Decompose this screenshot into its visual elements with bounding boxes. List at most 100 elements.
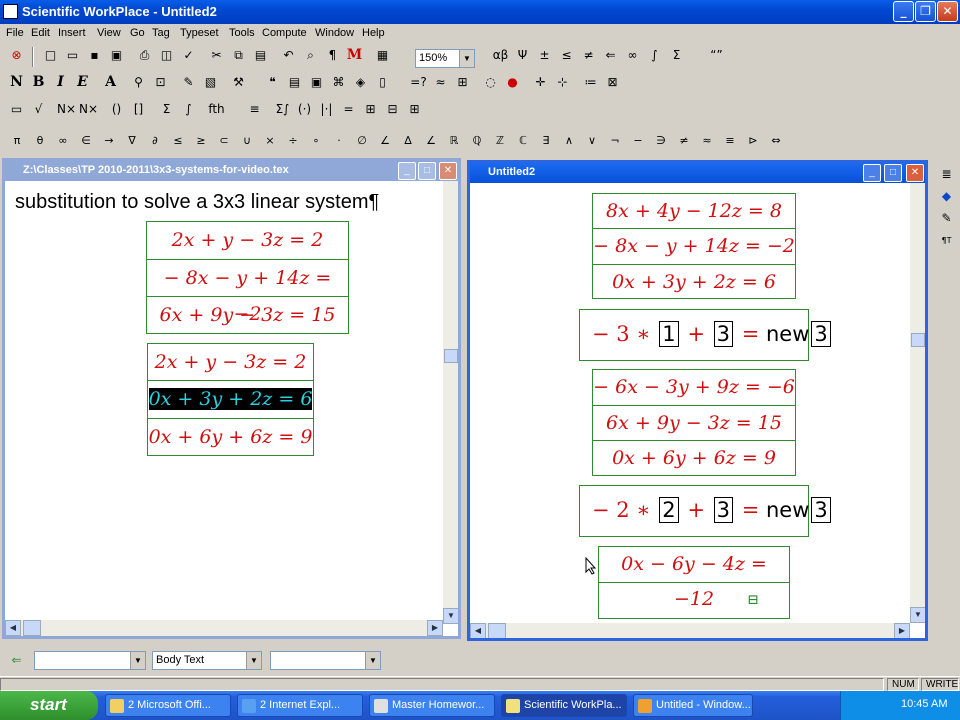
save-as-icon[interactable]: ▣ <box>106 45 127 66</box>
symbol-button[interactable]: ∞ <box>52 130 74 151</box>
symbol-button[interactable]: → <box>98 130 120 151</box>
scroll-down-icon[interactable]: ▼ <box>443 608 458 624</box>
row-operation-box[interactable]: − 2 ∗ 2 + 3 = new 3 <box>579 485 831 537</box>
equation-row[interactable]: 6x + 9y − 3z = 15 <box>147 297 348 334</box>
evaluate-numeric-icon[interactable]: ≈ <box>430 72 451 93</box>
copy-icon[interactable]: ⧉ <box>228 45 249 66</box>
scroll-thumb[interactable] <box>911 333 925 347</box>
tools-icon[interactable]: ⚒ <box>228 72 249 93</box>
delimiters-icon[interactable]: ∫ <box>644 45 665 66</box>
symbol-button[interactable]: ÷ <box>282 130 304 151</box>
symbol-button[interactable]: ∨ <box>581 130 603 151</box>
paint-icon[interactable]: ◆ <box>936 186 957 207</box>
taskbar-item-untitled[interactable]: Untitled - Window... <box>633 694 753 717</box>
citation-icon[interactable]: ◈ <box>350 72 371 93</box>
plot2d-icon[interactable]: ◌ <box>480 72 501 93</box>
symbol-button[interactable]: ⊂ <box>213 130 235 151</box>
symbol-button[interactable]: − <box>627 130 649 151</box>
symbol-button[interactable]: ≤ <box>167 130 189 151</box>
symbol-button[interactable]: ∪ <box>236 130 258 151</box>
quotes-icon[interactable]: “” <box>706 45 727 66</box>
spell-check-icon[interactable]: ✓ <box>178 45 199 66</box>
operators-icon[interactable]: Σ∫ <box>272 99 293 120</box>
open-file-icon[interactable]: ▭ <box>62 45 83 66</box>
taskbar-item-swp[interactable]: Scientific WorkPla... <box>501 694 627 717</box>
scroll-left-icon[interactable]: ◀ <box>5 620 21 636</box>
cut-icon[interactable]: ✂ <box>206 45 227 66</box>
greek-upper-icon[interactable]: Ψ <box>512 45 533 66</box>
scroll-down-icon[interactable]: ▼ <box>910 607 925 623</box>
symbol-button[interactable]: ∃ <box>535 130 557 151</box>
minimize-button[interactable]: _ <box>893 1 914 22</box>
symbol-button[interactable]: ⊳ <box>742 130 764 151</box>
symbol-button[interactable]: ≠ <box>673 130 695 151</box>
math-table[interactable]: 0x − 6y − 4z = −12 ⊟ <box>598 546 790 619</box>
row-operation-box[interactable]: − 3 ∗ 1 + 3 = new 3 <box>579 309 831 361</box>
function-icon[interactable]: fth <box>206 99 227 120</box>
section-tag-select[interactable]: ▼ <box>34 651 146 670</box>
greek-icon[interactable]: αβ <box>490 45 511 66</box>
equation-row[interactable]: 2x + y − 3z = 2 <box>148 344 313 381</box>
bold-icon[interactable]: B <box>28 72 49 93</box>
plot-axes-icon[interactable]: ✛ <box>530 72 551 93</box>
math-name-icon[interactable]: ⊞ <box>404 99 425 120</box>
equation-row[interactable]: 0x + 3y + 2z = 6 <box>593 265 795 300</box>
paragraph-tag-select[interactable]: Body Text ▼ <box>152 651 262 670</box>
symbol-button[interactable]: ∂ <box>144 130 166 151</box>
math-table[interactable]: − 6x − 3y + 9z = −6 6x + 9y − 3z = 15 0x… <box>592 369 796 476</box>
print-preview-icon[interactable]: ◫ <box>156 45 177 66</box>
symbol-button[interactable]: ℤ <box>489 130 511 151</box>
brackets-template-icon[interactable]: (·) <box>294 99 315 120</box>
symbol-button[interactable]: ∈ <box>75 130 97 151</box>
symbol-button[interactable]: π <box>6 130 28 151</box>
symbol-button[interactable]: ∅ <box>351 130 373 151</box>
symbol-button[interactable]: ≈ <box>696 130 718 151</box>
start-button[interactable]: start <box>0 691 98 720</box>
equation-row[interactable]: 6x + 9y − 3z = 15 <box>593 406 795 441</box>
undo-icon[interactable]: ↶ <box>278 45 299 66</box>
save-icon[interactable]: ▪ <box>84 45 105 66</box>
scroll-right-icon[interactable]: ▶ <box>894 623 910 638</box>
equation-row[interactable]: 0x + 6y + 6z = 9 <box>593 441 795 476</box>
menu-go[interactable]: Go <box>130 27 145 39</box>
parentheses-icon[interactable]: () <box>106 99 127 120</box>
equation-row[interactable]: − 8x − y + 14z = −2 <box>147 260 348 325</box>
equation-row[interactable]: − 6x − 3y + 9z = −6 <box>593 370 795 406</box>
menu-window[interactable]: Window <box>315 27 354 39</box>
symbol-button[interactable]: ℂ <box>512 130 534 151</box>
fragment-icon[interactable]: ≣ <box>936 164 957 185</box>
taskbar-item-office[interactable]: 2 Microsoft Offi... <box>105 694 231 717</box>
close-button[interactable]: ✕ <box>937 1 958 22</box>
edit-icon[interactable]: ✎ <box>936 208 957 229</box>
arrows-icon[interactable]: ⇐ <box>600 45 621 66</box>
print-icon[interactable]: ⎙ <box>134 45 155 66</box>
taskbar-item-master[interactable]: Master Homewor... <box>369 694 495 717</box>
scroll-right-icon[interactable]: ▶ <box>427 620 443 636</box>
emphasis-icon[interactable]: E <box>72 72 93 93</box>
integral-icon[interactable]: ∫ <box>178 99 199 120</box>
label-icon[interactable]: ⊟ <box>382 99 403 120</box>
menu-view[interactable]: View <box>97 27 121 39</box>
neg-relations-icon[interactable]: ≠ <box>578 45 599 66</box>
plot-polar-icon[interactable]: ⊹ <box>552 72 573 93</box>
frame-icon[interactable]: ▣ <box>306 72 327 93</box>
symbol-button[interactable]: ∇ <box>121 130 143 151</box>
misc-symbols-icon[interactable]: ∞ <box>622 45 643 66</box>
display-icon[interactable]: = <box>338 99 359 120</box>
left-horizontal-scrollbar[interactable]: ◀ ▶ <box>5 620 443 636</box>
radical-icon[interactable]: √ <box>28 99 49 120</box>
scroll-thumb[interactable] <box>444 349 458 363</box>
selected-equation[interactable]: 0x + 3y + 2z = 6 <box>148 388 313 410</box>
brackets-icon[interactable]: [] <box>128 99 149 120</box>
zoom-select[interactable]: 150% ▼ <box>415 49 475 68</box>
equation-row[interactable]: 0x + 6y + 6z = 9 <box>148 419 313 456</box>
graphic-icon[interactable]: ▧ <box>200 72 221 93</box>
italic-icon[interactable]: I <box>50 72 71 93</box>
show-definitions-icon[interactable]: ⊠ <box>602 72 623 93</box>
index-icon[interactable]: ▯ <box>372 72 393 93</box>
binary-ops-icon[interactable]: ± <box>534 45 555 66</box>
cross-ref-icon[interactable]: ⌘ <box>328 72 349 93</box>
matrix-icon[interactable]: ≡ <box>244 99 265 120</box>
taskbar-item-ie[interactable]: 2 Internet Expl... <box>237 694 363 717</box>
plot3d-icon[interactable]: ● <box>502 72 523 93</box>
